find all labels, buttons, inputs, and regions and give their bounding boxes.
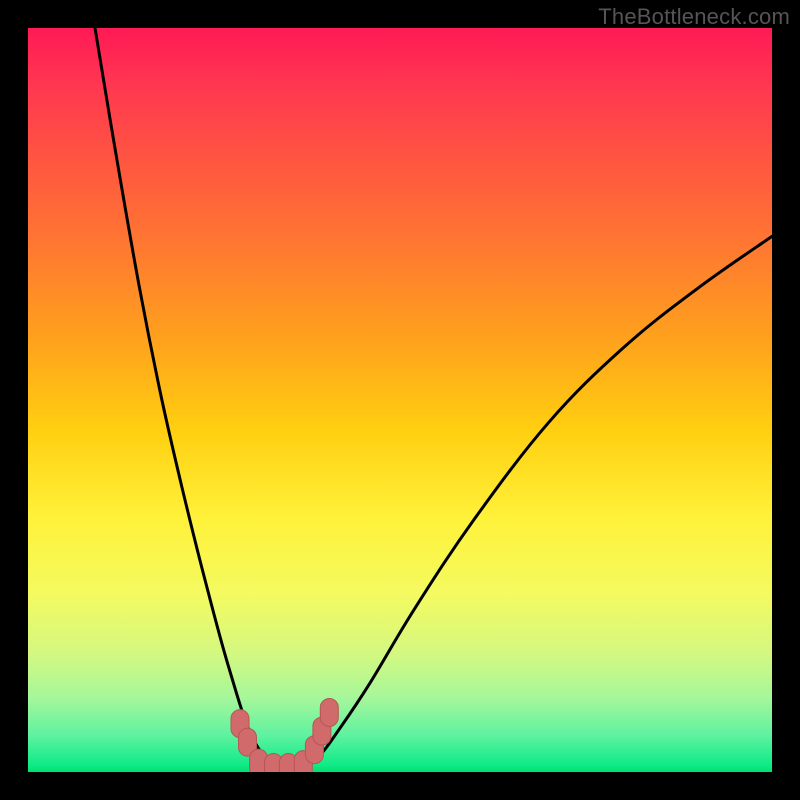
plot-area	[28, 28, 772, 772]
watermark-text: TheBottleneck.com	[598, 4, 790, 30]
trough-marker	[320, 699, 338, 727]
curve-layer	[28, 28, 772, 772]
chart-frame: TheBottleneck.com	[0, 0, 800, 800]
bottleneck-curve	[95, 28, 772, 772]
trough-markers	[231, 699, 338, 773]
